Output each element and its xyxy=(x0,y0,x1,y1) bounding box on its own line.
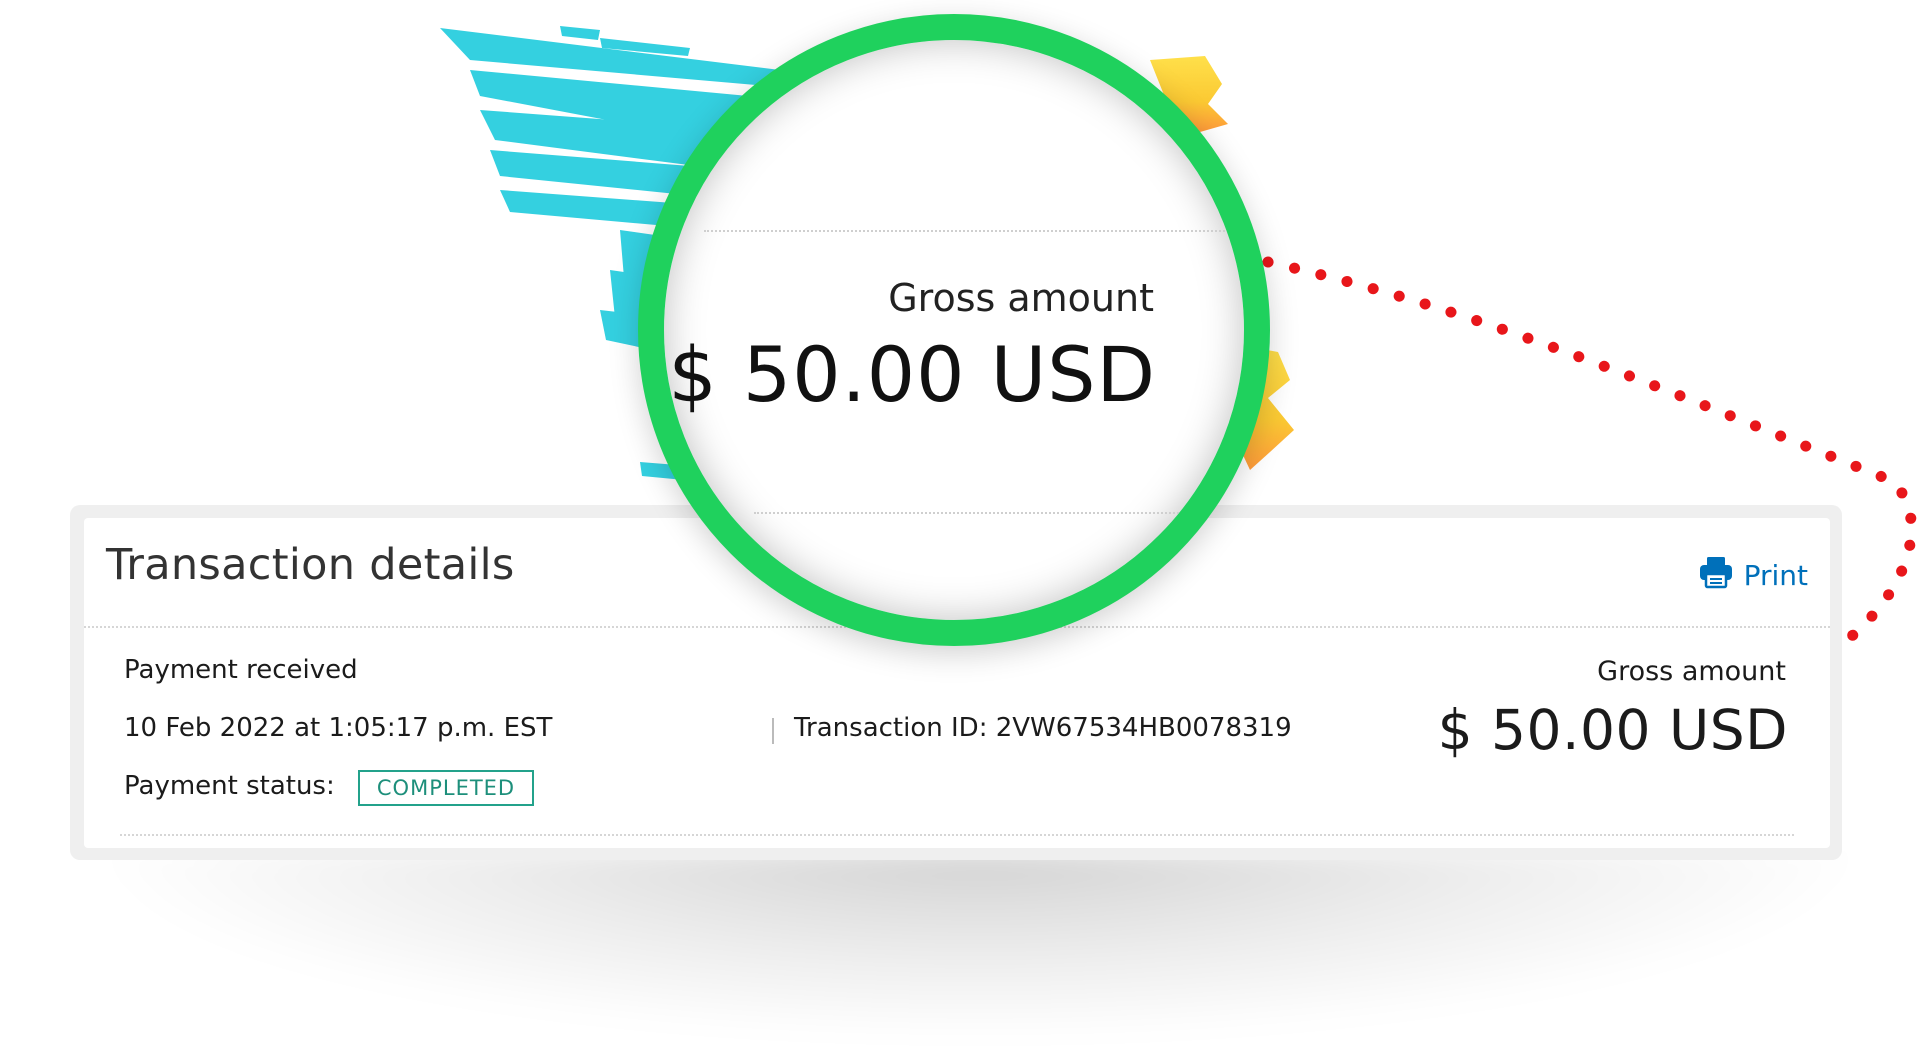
card-title: Transaction details xyxy=(106,540,515,590)
magnified-gross-label: Gross amount xyxy=(888,276,1154,320)
gross-amount-value: $ 50.00 USD xyxy=(1437,698,1788,762)
print-button[interactable]: Print xyxy=(1698,554,1808,597)
transaction-timestamp: 10 Feb 2022 at 1:05:17 p.m. EST xyxy=(124,713,553,743)
magnified-divider-bottom xyxy=(754,512,1194,514)
magnifier-circle: Gross amount $ 50.00 USD xyxy=(638,14,1270,646)
card-shadow xyxy=(90,850,1870,1040)
transaction-id: Transaction ID: 2VW67534HB0078319 xyxy=(794,713,1292,743)
magnified-divider-top xyxy=(704,230,1244,232)
payment-status-label: Payment status: xyxy=(124,771,335,801)
field-separator xyxy=(772,718,774,744)
printer-icon xyxy=(1698,554,1734,597)
print-label: Print xyxy=(1743,559,1808,592)
payment-type: Payment received xyxy=(124,655,358,685)
status-badge: COMPLETED xyxy=(358,770,534,806)
magnified-gross-value: $ 50.00 USD xyxy=(668,330,1156,419)
bottom-divider xyxy=(120,834,1794,836)
gross-amount-label: Gross amount xyxy=(1597,656,1786,687)
